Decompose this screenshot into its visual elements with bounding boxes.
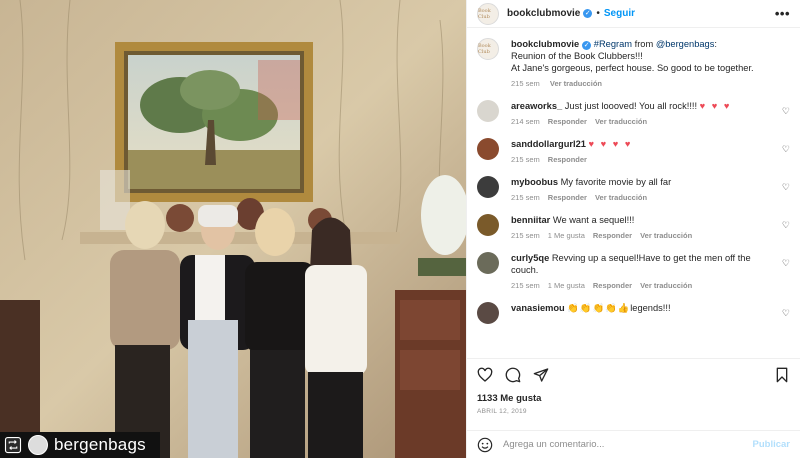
comment-emoji: ♥ ♥ ♥ ♥ xyxy=(588,139,633,149)
caption-translate-link[interactable]: Ver traducción xyxy=(550,79,602,88)
comment-time: 215 sem xyxy=(511,155,540,164)
comment-item: areaworks_ Just just loooved! You all ro… xyxy=(477,100,790,126)
comment-likes[interactable]: 1 Me gusta xyxy=(548,231,585,240)
repost-avatar xyxy=(28,435,48,455)
comment-text: Just just loooved! You all rock!!!! xyxy=(564,101,698,111)
post-date: ABRIL 12, 2019 xyxy=(477,408,527,415)
add-comment-bar: Publicar xyxy=(467,430,800,458)
translate-link[interactable]: Ver traducción xyxy=(640,231,692,240)
follow-button[interactable]: Seguir xyxy=(604,8,635,19)
reply-button[interactable]: Responder xyxy=(593,231,632,240)
post-header: Book Club bookclubmovie ✓ • Seguir ••• xyxy=(467,0,800,28)
like-comment-heart-icon[interactable]: ♡ xyxy=(782,220,790,231)
reply-button[interactable]: Responder xyxy=(548,155,587,164)
commenter-avatar[interactable] xyxy=(477,138,499,160)
reply-button[interactable]: Responder xyxy=(593,281,632,290)
comment-username[interactable]: myboobus xyxy=(511,177,558,187)
commenter-avatar[interactable] xyxy=(477,302,499,324)
commenter-avatar[interactable] xyxy=(477,100,499,122)
group-photo-illustration xyxy=(0,0,466,458)
repost-icon xyxy=(4,436,22,454)
translate-link[interactable]: Ver traducción xyxy=(640,281,692,290)
comment-item: myboobus My favorite movie by all far 21… xyxy=(477,176,790,202)
commenter-avatar[interactable] xyxy=(477,214,499,236)
separator-dot: • xyxy=(596,8,600,19)
comment-text: We want a sequel!!! xyxy=(552,215,635,225)
like-heart-icon[interactable] xyxy=(477,367,493,383)
comment-time: 215 sem xyxy=(511,193,540,202)
comment-likes[interactable]: 1 Me gusta xyxy=(548,281,585,290)
post-photo[interactable]: bergenbags xyxy=(0,0,466,458)
post-comment-button[interactable]: Publicar xyxy=(753,439,791,450)
header-username[interactable]: bookclubmovie xyxy=(507,8,580,19)
comment-username[interactable]: vanasiemou xyxy=(511,303,565,313)
avatar-logo-text: Book Club xyxy=(478,7,491,20)
comment-time: 215 sem xyxy=(511,281,540,290)
comment-item: benniitar We want a sequel!!! 215 sem 1 M… xyxy=(477,214,790,240)
save-bookmark-icon[interactable] xyxy=(774,367,790,383)
mention-link[interactable]: @bergenbags xyxy=(656,39,715,49)
caption-line-3: At Jane's gorgeous, perfect house. So go… xyxy=(511,63,754,73)
comment-emoji: ♥ ♥ ♥ xyxy=(699,101,732,111)
more-options-icon[interactable]: ••• xyxy=(775,6,790,21)
comment-username[interactable]: sanddollargurl21 xyxy=(511,139,586,149)
repost-badge: bergenbags xyxy=(0,432,160,458)
share-paper-plane-icon[interactable] xyxy=(533,367,549,383)
caption-avatar-text: Book Club xyxy=(478,43,491,55)
reply-button[interactable]: Responder xyxy=(548,193,587,202)
caption-meta: 215 sem Ver traducción xyxy=(511,79,774,88)
comments-list[interactable]: Book Club bookclubmovie ✓ #Regram from @b… xyxy=(467,28,800,358)
caption-from: from xyxy=(632,39,656,49)
comment-bubble-icon[interactable] xyxy=(505,367,521,383)
commenter-avatar[interactable] xyxy=(477,176,499,198)
like-comment-heart-icon[interactable]: ♡ xyxy=(782,144,790,155)
repost-username: bergenbags xyxy=(54,435,146,454)
comment-text: My favorite movie by all far xyxy=(560,177,672,187)
comment-emoji: 👏👏👏👏👍 xyxy=(567,303,631,313)
commenter-avatar[interactable] xyxy=(477,252,499,274)
likes-count[interactable]: 1133 Me gusta xyxy=(477,393,790,404)
caption-text: bookclubmovie ✓ #Regram from @bergenbags:… xyxy=(511,38,774,74)
caption-time: 215 sem xyxy=(511,79,540,88)
caption-username[interactable]: bookclubmovie xyxy=(511,39,579,49)
comment-item: curly5qe Revving up a sequel!Have to get… xyxy=(477,252,790,290)
post-caption: Book Club bookclubmovie ✓ #Regram from @b… xyxy=(477,38,790,88)
comment-username[interactable]: curly5qe xyxy=(511,253,549,263)
translate-link[interactable]: Ver traducción xyxy=(595,193,647,202)
caption-colon: : xyxy=(714,39,717,49)
profile-avatar[interactable]: Book Club xyxy=(477,2,499,25)
comment-input[interactable] xyxy=(503,439,753,450)
comment-username[interactable]: areaworks_ xyxy=(511,101,562,111)
verified-badge-icon: ✓ xyxy=(583,9,593,18)
like-comment-heart-icon[interactable]: ♡ xyxy=(782,308,790,319)
comment-username[interactable]: benniitar xyxy=(511,215,550,225)
emoji-smile-icon[interactable] xyxy=(477,437,493,453)
caption-avatar[interactable]: Book Club xyxy=(477,38,499,60)
comment-time: 214 sem xyxy=(511,117,540,126)
comment-time: 215 sem xyxy=(511,231,540,240)
comment-item: sanddollargurl21 ♥ ♥ ♥ ♥ 215 sem Responde… xyxy=(477,138,790,164)
caption-verified-icon: ✓ xyxy=(582,41,592,50)
post-actions: 1133 Me gusta ABRIL 12, 2019 xyxy=(467,358,800,430)
caption-line-2: Reunion of the Book Clubbers!!! xyxy=(511,51,643,61)
like-comment-heart-icon[interactable]: ♡ xyxy=(782,182,790,193)
comment-text: legends!!! xyxy=(630,303,671,313)
like-comment-heart-icon[interactable]: ♡ xyxy=(782,106,790,117)
like-comment-heart-icon[interactable]: ♡ xyxy=(782,258,790,269)
post-side-panel: Book Club bookclubmovie ✓ • Seguir ••• B… xyxy=(466,0,800,458)
comment-item: vanasiemou 👏👏👏👏👍legends!!! ♡ xyxy=(477,302,790,324)
regram-hashtag[interactable]: #Regram xyxy=(594,39,632,49)
translate-link[interactable]: Ver traducción xyxy=(595,117,647,126)
reply-button[interactable]: Responder xyxy=(548,117,587,126)
